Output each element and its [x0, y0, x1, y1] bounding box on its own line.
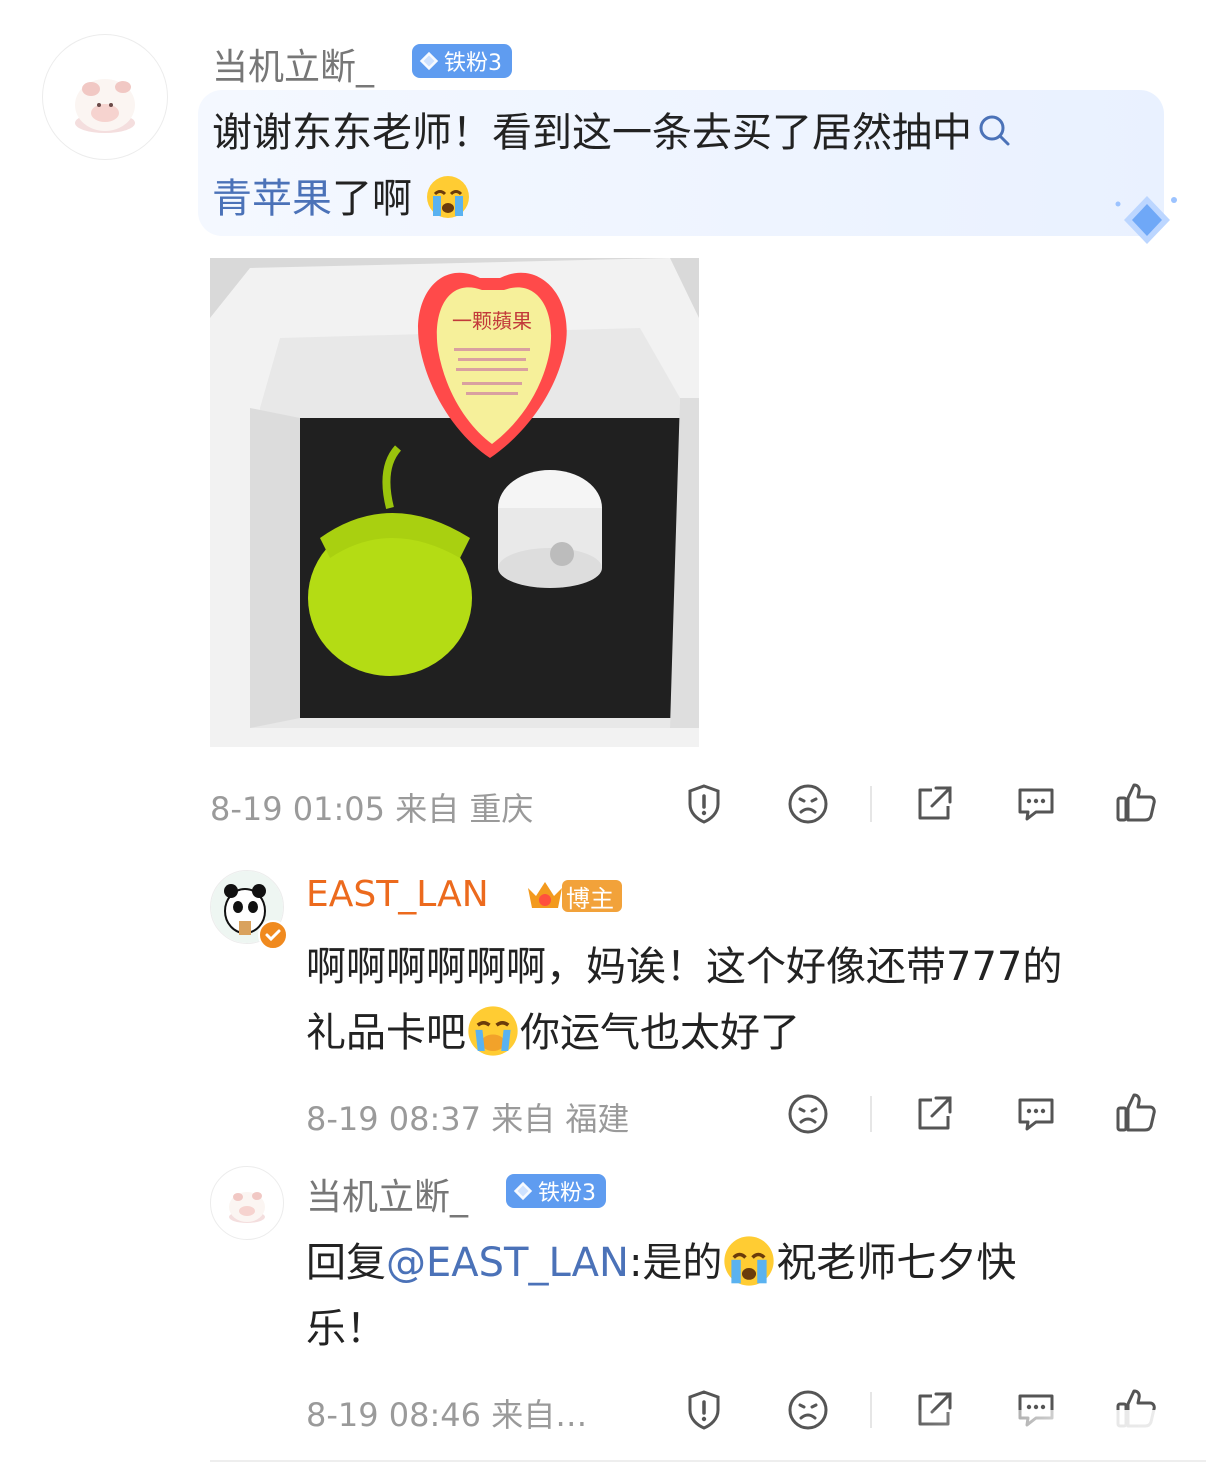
comment-text-part: 谢谢东东老师！看到这一条去买了居然抽中: [212, 110, 972, 156]
comment-meta: 8-19 08:37 来自 福建: [306, 1100, 630, 1138]
badge-label: 博主: [566, 884, 614, 913]
share-icon[interactable]: [912, 782, 956, 826]
dislike-face-icon[interactable]: [786, 782, 830, 826]
avatar[interactable]: [42, 34, 168, 160]
crying-emoji-icon: [724, 1236, 775, 1286]
like-icon[interactable]: [1114, 780, 1158, 824]
comment-image[interactable]: 一颗蘋果: [210, 258, 699, 747]
fan-badge[interactable]: 铁粉3: [506, 1174, 606, 1208]
crying-emoji-icon: [426, 176, 469, 218]
divider: [870, 1392, 872, 1428]
report-icon[interactable]: [682, 1388, 726, 1432]
comment-icon[interactable]: [1014, 782, 1058, 826]
topic-link[interactable]: 青苹果: [212, 176, 332, 222]
divider: [870, 1096, 872, 1132]
badge-label: 铁粉3: [444, 51, 502, 76]
username[interactable]: 当机立断_: [212, 38, 374, 90]
fan-badge[interactable]: 铁粉3: [412, 44, 512, 78]
reply-prefix: 回复: [306, 1240, 386, 1286]
diamond-icon: [419, 51, 439, 71]
diamond-icon: [513, 1181, 533, 1201]
blogger-badge[interactable]: 博主: [562, 880, 622, 913]
reply-text-part: 礼品卡吧: [306, 1010, 466, 1056]
username[interactable]: EAST_LAN: [306, 874, 489, 915]
dislike-face-icon[interactable]: [786, 1092, 830, 1136]
card-title: 一颗蘋果: [452, 309, 532, 333]
avatar[interactable]: [210, 1166, 284, 1240]
comment-icon[interactable]: [1014, 1092, 1058, 1136]
dislike-face-icon[interactable]: [786, 1388, 830, 1432]
bottom-divider: [210, 1460, 1206, 1462]
reply-text: 回复@EAST_LAN:是的 祝老师七夕快 乐！: [306, 1230, 1166, 1362]
crying-emoji-icon: [468, 1006, 518, 1056]
comment-meta: 8-19 08:46 来自…: [306, 1396, 588, 1434]
comment-text-part: 了啊: [332, 176, 412, 222]
report-icon[interactable]: [682, 782, 726, 826]
badge-label: 铁粉3: [538, 1181, 596, 1206]
crown-icon: [524, 874, 566, 916]
mention-link[interactable]: @EAST_LAN: [386, 1240, 629, 1286]
reply-text-part: 乐！: [306, 1306, 386, 1352]
comment-meta: 8-19 01:05 来自 重庆: [210, 790, 534, 828]
verified-badge-icon: [258, 920, 288, 950]
username[interactable]: 当机立断_: [306, 1168, 468, 1220]
reply-text-part: 你运气也太好了: [520, 1010, 800, 1056]
share-icon[interactable]: [912, 1092, 956, 1136]
divider: [870, 786, 872, 822]
bottom-fade-overlay: [900, 1410, 1206, 1460]
like-icon[interactable]: [1114, 1090, 1158, 1134]
reply-text: 啊啊啊啊啊啊，妈诶！这个好像还带777的 礼品卡吧 你运气也太好了: [306, 934, 1166, 1066]
search-icon[interactable]: [978, 114, 1012, 148]
reply-text-part: 祝老师七夕快: [776, 1240, 1017, 1286]
reply-text-part: 啊啊啊啊啊啊，妈诶！这个好像还带777的: [306, 944, 1063, 990]
reply-text-part: :是的: [628, 1240, 723, 1286]
comment-text: 谢谢东东老师！看到这一条去买了居然抽中 青苹果了啊: [212, 100, 1152, 232]
